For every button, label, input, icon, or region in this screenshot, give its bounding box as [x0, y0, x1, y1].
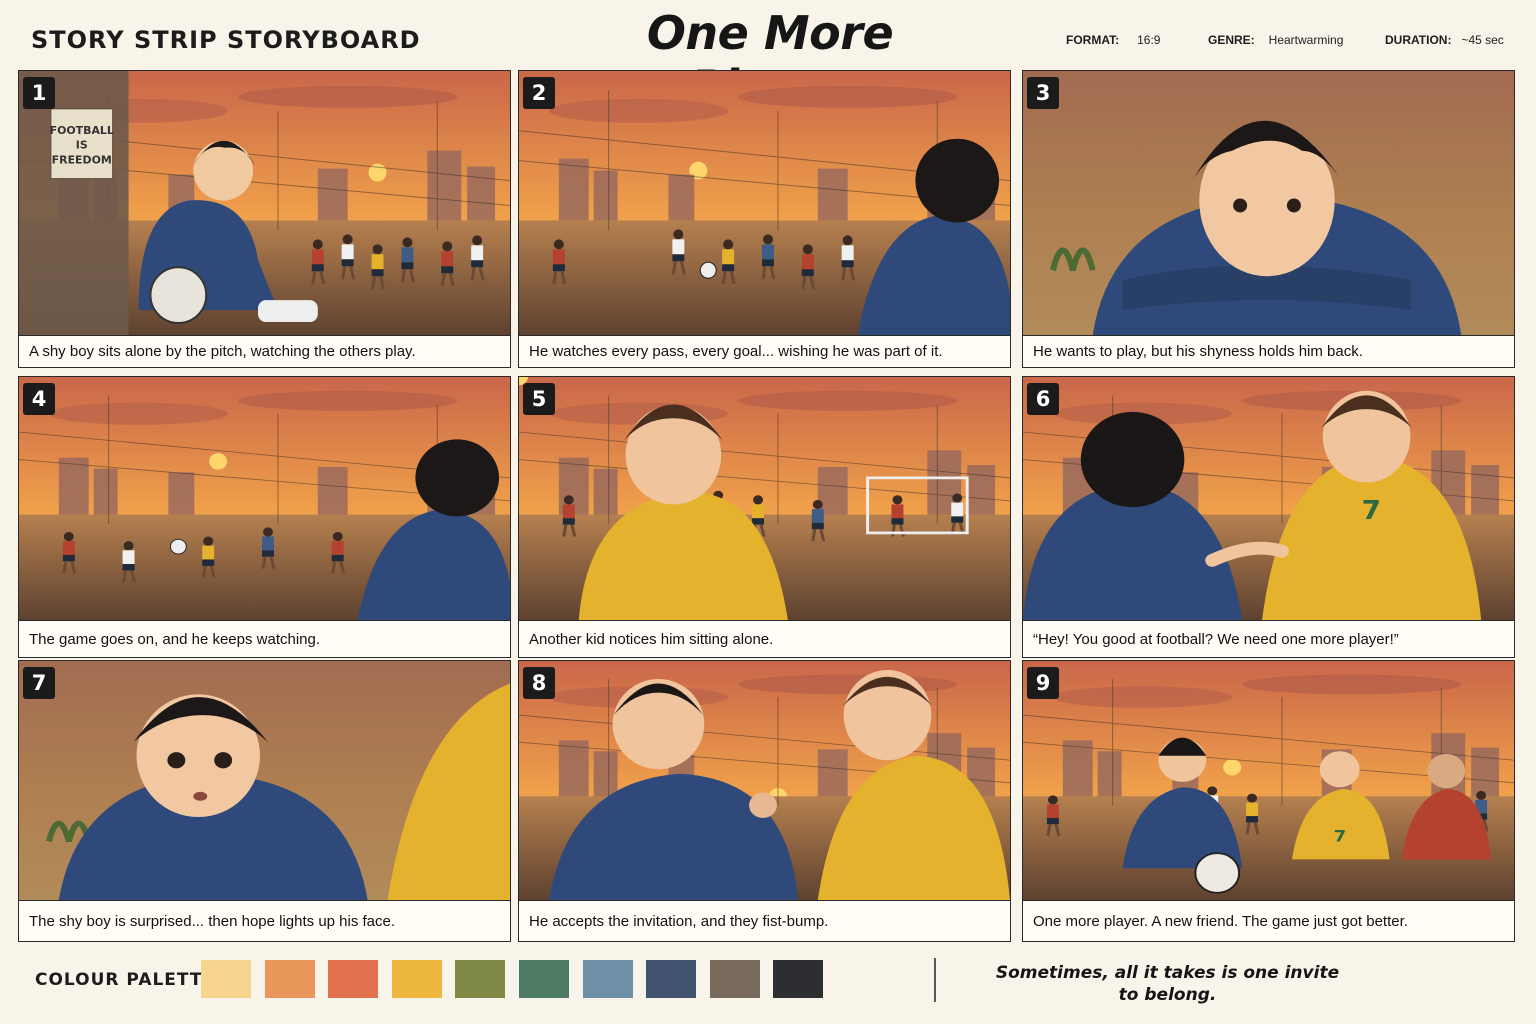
palette-swatch [519, 960, 569, 998]
palette-label: COLOUR PALETTE [35, 970, 216, 990]
palette-swatch [201, 960, 251, 998]
storyboard-panel-8: 8 He accepts the invitation, and they fis… [518, 660, 1011, 942]
format-meta: FORMAT: 16:9 [1066, 33, 1160, 47]
panel-caption: The game goes on, and he keeps watching. [29, 631, 321, 648]
panel-caption: He accepts the invitation, and they fist… [529, 913, 829, 930]
panel-caption: He wants to play, but his shyness holds … [1033, 343, 1363, 360]
palette-swatch [328, 960, 379, 998]
jersey-number: 7 [1362, 496, 1381, 526]
palette-swatch [646, 960, 697, 998]
panel-caption: “Hey! You good at football? We need one … [1033, 631, 1399, 648]
tagline-line-1: Sometimes, all it takes is one invite [995, 963, 1340, 983]
panel-number-badge: 3 [1027, 77, 1059, 109]
panel-number-badge: 8 [523, 667, 555, 699]
palette-swatch [455, 960, 506, 998]
storyboard-panel-4: 4 The game goes on, and he keeps watching… [18, 376, 511, 658]
genre-label: GENRE: [1208, 33, 1255, 47]
storyboard-panel-7: 7 The shy boy is surprised... then hope l… [18, 660, 511, 942]
panel-number-badge: 4 [23, 383, 55, 415]
svg-text:FOOTBALL: FOOTBALL [50, 124, 114, 137]
panel-illustration [1023, 71, 1514, 336]
duration-value: ~45 sec [1461, 33, 1504, 47]
duration-label: DURATION: [1385, 33, 1452, 47]
palette-swatch [391, 960, 442, 998]
format-label: FORMAT: [1066, 33, 1120, 47]
panel-illustration [19, 661, 510, 901]
tagline-line-2: to belong. [1118, 985, 1217, 1005]
footer-divider [934, 958, 936, 1002]
panel-illustration: 7 [1023, 661, 1514, 901]
storyboard-panel-5: 5 Another kid notices him sitting alone. [518, 376, 1011, 658]
panel-number-badge: 6 [1027, 383, 1059, 415]
panel-caption: A shy boy sits alone by the pitch, watch… [29, 343, 416, 360]
duration-meta: DURATION: ~45 sec [1385, 33, 1504, 47]
storyboard-panel-2: 2 He watches every pass, every goal... wi… [518, 70, 1011, 368]
storyboard-panel-9: 7 9 One more player. A new friend. The ga… [1022, 660, 1515, 942]
palette-swatch [773, 960, 824, 998]
palette-swatch [264, 960, 315, 998]
format-value: 16:9 [1137, 33, 1161, 47]
genre-value: Heartwarming [1268, 33, 1344, 47]
panel-caption: The shy boy is surprised... then hope li… [29, 913, 396, 930]
panel-caption: Another kid notices him sitting alone. [529, 631, 774, 648]
panel-illustration [19, 377, 510, 621]
panel-illustration: 7 [1023, 377, 1514, 621]
panel-illustration [519, 377, 1010, 621]
panel-illustration [519, 71, 1010, 336]
storyboard-panel-6: 7 6 “Hey! You good at football? We need o… [1022, 376, 1515, 658]
panel-illustration [519, 661, 1010, 901]
panel-illustration: FOOTBALL IS FREEDOM [19, 71, 510, 336]
storyboard-panel-3: 3 He wants to play, but his shyness holds… [1022, 70, 1515, 368]
storyboard-kicker: STORY STRIP STORYBOARD [31, 26, 421, 54]
storyboard-grid: FOOTBALL IS FREEDOM 1 A shy boy sits alon… [18, 70, 1519, 942]
panel-number-badge: 7 [23, 667, 55, 699]
genre-meta: GENRE: Heartwarming [1208, 33, 1343, 47]
palette-swatch [582, 960, 633, 998]
jersey-number: 7 [1334, 827, 1346, 846]
footer: COLOUR PALETTE Sometimes, all it takes i… [0, 952, 1536, 1012]
panel-number-badge: 9 [1027, 667, 1059, 699]
panel-number-badge: 2 [523, 77, 555, 109]
header: STORY STRIP STORYBOARD One More Player F… [0, 0, 1536, 114]
panel-number-badge: 5 [523, 383, 555, 415]
panel-number-badge: 1 [23, 77, 55, 109]
palette-swatch [709, 960, 760, 998]
panel-caption: One more player. A new friend. The game … [1033, 913, 1408, 930]
panel-caption: He watches every pass, every goal... wis… [529, 343, 943, 360]
svg-text:IS: IS [76, 139, 88, 152]
tagline: Sometimes, all it takes is one invite to… [990, 962, 1345, 1006]
svg-text:FREEDOM: FREEDOM [52, 154, 112, 167]
storyboard-panel-1: FOOTBALL IS FREEDOM 1 A shy boy sits alon… [18, 70, 511, 368]
